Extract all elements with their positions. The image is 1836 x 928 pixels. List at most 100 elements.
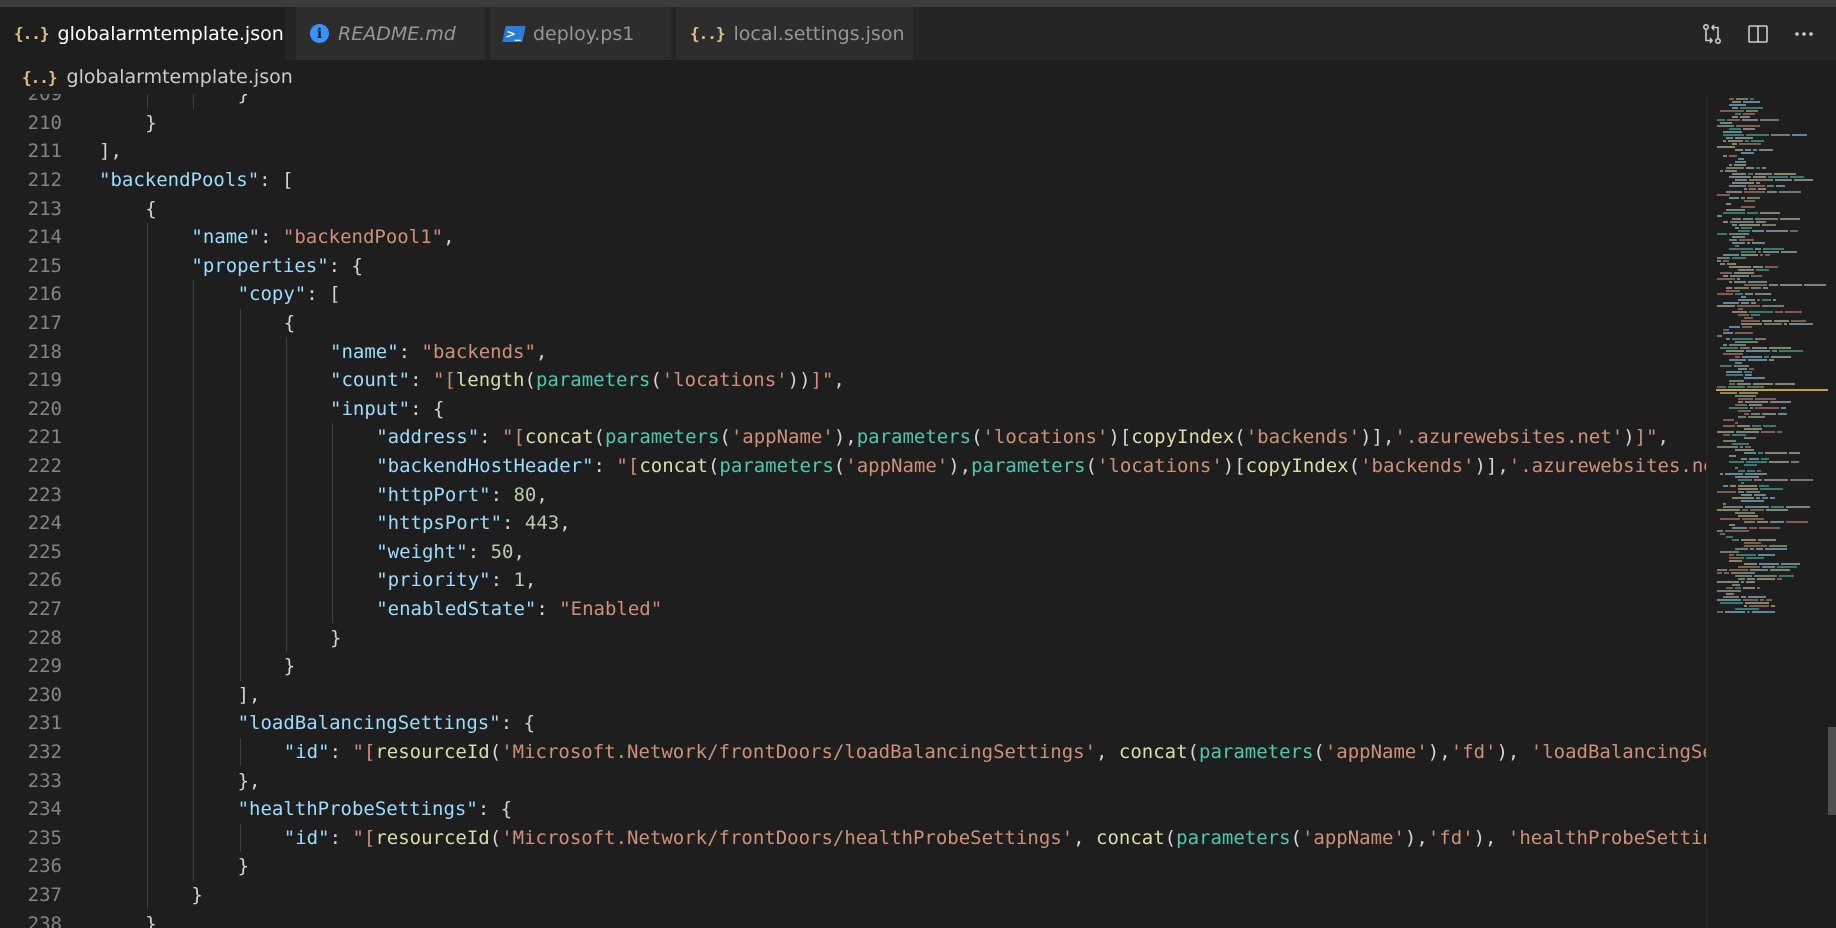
code-token: ( [650, 369, 662, 392]
indent-guide [193, 737, 195, 767]
minimap-line [1731, 572, 1755, 574]
minimap-line [1742, 326, 1752, 328]
split-editor-icon[interactable] [1746, 22, 1770, 46]
code-line[interactable]: 221 "address": "[concat(parameters('appNa… [0, 423, 1706, 452]
code-line[interactable]: 225 "weight": 50, [0, 538, 1706, 567]
indent-guide [147, 509, 149, 538]
code-line[interactable]: 236} [0, 852, 1706, 881]
code-line[interactable]: 229} [0, 652, 1706, 681]
code-line[interactable]: 231 "loadBalancingSettings": { [0, 709, 1706, 738]
more-actions-icon[interactable] [1792, 22, 1816, 46]
minimap-line [1725, 530, 1749, 532]
minimap-line [1740, 347, 1750, 349]
indent-guide [285, 423, 287, 452]
tab-local-settings[interactable]: {..} local.settings.json [676, 7, 914, 60]
minimap-line [1737, 305, 1760, 307]
minimap-line [1760, 599, 1764, 601]
code-line[interactable]: 232 "id": "[resourceId('Microsoft.Network… [0, 738, 1706, 767]
tab-deploy[interactable]: >_ deploy.ps1 [490, 7, 672, 60]
minimap-line [1726, 203, 1731, 205]
minimap-line [1749, 311, 1773, 313]
code-line[interactable]: 218 "name": "backends", [0, 337, 1706, 366]
minimap-line [1763, 425, 1776, 427]
minimap-line [1726, 338, 1730, 340]
code-line[interactable]: 235 "id": "[resourceId('Microsoft.Network… [0, 824, 1706, 853]
code-line[interactable]: 219 "count": "[length(parameters('locatio… [0, 366, 1706, 395]
breadcrumb[interactable]: {..} globalarmtemplate.json [0, 60, 1836, 94]
indent-guide [285, 366, 287, 395]
code-line[interactable]: 237} [0, 881, 1706, 910]
minimap-line [1735, 548, 1748, 550]
minimap-line [1776, 185, 1785, 187]
code-line[interactable]: 210} [0, 109, 1706, 138]
code-line[interactable]: 217 { [0, 309, 1706, 338]
minimap-line [1741, 254, 1758, 256]
code-line[interactable]: 234 "healthProbeSettings": { [0, 795, 1706, 824]
minimap-line [1745, 506, 1769, 508]
code-editor[interactable]: 209} 210} 211], 212 "backendPools": [213{214… [0, 94, 1706, 928]
minimap-line [1785, 311, 1802, 313]
minimap-line [1762, 305, 1784, 307]
minimap-line [1741, 596, 1746, 598]
code-line[interactable]: 224 "httpsPort": 443, [0, 509, 1706, 538]
code-token: ( [1234, 426, 1246, 449]
minimap-line [1730, 275, 1749, 277]
minimap-line [1754, 494, 1766, 496]
minimap-line [1747, 386, 1764, 388]
indent-guide [147, 680, 149, 710]
code-line[interactable]: 220 "input": { [0, 395, 1706, 424]
minimap-line [1720, 110, 1744, 112]
code-token: parameters [971, 455, 1086, 478]
minimap-line [1751, 314, 1760, 316]
code-line[interactable]: 216 "copy": [ [0, 280, 1706, 309]
indent-guide [193, 394, 195, 424]
minimap-line [1749, 368, 1754, 370]
code-line[interactable]: 215 "properties": { [0, 252, 1706, 281]
code-line[interactable]: 238} [0, 909, 1706, 928]
minimap-line [1747, 242, 1750, 244]
minimap-line [1726, 350, 1744, 352]
code-token: "id" [283, 826, 330, 849]
code-line[interactable]: 212 "backendPools": [ [0, 166, 1706, 195]
minimap-line [1790, 176, 1804, 178]
minimap-line [1753, 383, 1773, 385]
minimap-line [1770, 401, 1791, 403]
code-line[interactable]: 213 { [0, 194, 1706, 223]
minimap-line [1738, 479, 1752, 481]
open-changes-icon[interactable] [1700, 22, 1724, 46]
code-token: "httpPort" [376, 483, 491, 506]
code-line[interactable]: 222 "backendHostHeader": "[concat(paramet… [0, 452, 1706, 481]
code-line[interactable]: 230], [0, 681, 1706, 710]
code-line[interactable]: 227 "enabledState": "Enabled" [0, 595, 1706, 624]
minimap-line [1746, 557, 1764, 559]
minimap-line [1755, 398, 1776, 400]
minimap-line [1752, 347, 1767, 349]
code-line[interactable]: 226 "priority": 1, [0, 566, 1706, 595]
code-line[interactable]: 223 "httpPort": 80, [0, 480, 1706, 509]
code-line[interactable]: 233}, [0, 766, 1706, 795]
code-line[interactable]: 214 "name": "backendPool1", [0, 223, 1706, 252]
code-line[interactable]: 211], [0, 137, 1706, 166]
minimap[interactable] [1706, 94, 1836, 928]
code-text: } [145, 112, 156, 134]
minimap-line [1717, 278, 1735, 280]
line-number: 236 [27, 855, 62, 878]
tab-globalarmtemplate[interactable]: {..} globalarmtemplate.json ✕ [0, 7, 312, 60]
code-line[interactable]: 209} [0, 94, 1706, 109]
minimap-line [1744, 317, 1753, 319]
line-number: 229 [27, 655, 62, 678]
line-number: 228 [27, 626, 62, 649]
indent-guide [332, 480, 333, 509]
minimap-line [1732, 107, 1738, 109]
code-token: concat [639, 455, 708, 478]
breadcrumb-file[interactable]: globalarmtemplate.json [67, 66, 293, 88]
tab-readme[interactable]: i README.md [296, 7, 486, 60]
scrollbar-slider[interactable] [1828, 727, 1836, 815]
code-text: } [284, 655, 295, 677]
minimap-line [1774, 320, 1789, 322]
code-line[interactable]: 228} [0, 623, 1706, 652]
line-number: 212 [27, 169, 62, 192]
code-token: "priority" [376, 569, 491, 592]
minimap-line [1729, 128, 1741, 130]
json-icon: {..} [22, 67, 58, 87]
